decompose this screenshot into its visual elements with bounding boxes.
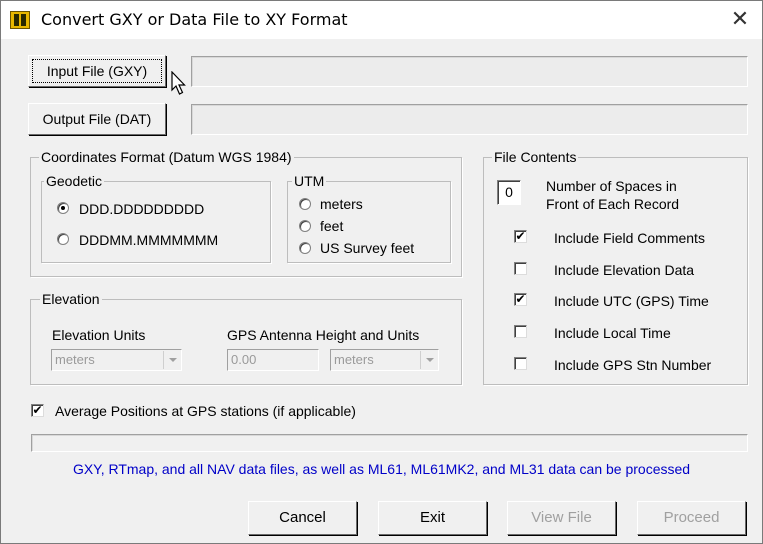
proceed-button-label: Proceed: [663, 509, 720, 526]
checkbox-average-positions-label[interactable]: Average Positions at GPS stations (if ap…: [55, 402, 356, 420]
elevation-units-select[interactable]: meters: [51, 349, 182, 371]
radio-utm-meters-label[interactable]: meters: [320, 195, 363, 213]
output-file-button-label: Output File (DAT): [42, 111, 152, 127]
radio-utm-us-survey-feet[interactable]: [299, 242, 311, 254]
checkbox-utc-time[interactable]: ✔: [514, 293, 527, 306]
antenna-height-input[interactable]: 0.00: [227, 349, 319, 371]
checkbox-local-time-label[interactable]: Include Local Time: [554, 324, 671, 342]
input-file-button-label: Input File (GXY): [46, 63, 148, 79]
file-contents-legend: File Contents: [492, 148, 579, 166]
cancel-button-label: Cancel: [279, 509, 326, 526]
radio-geodetic-decimal-label[interactable]: DDD.DDDDDDDDD: [79, 200, 204, 218]
checkbox-utc-time-label[interactable]: Include UTC (GPS) Time: [554, 292, 709, 310]
close-icon[interactable]: ✕: [726, 6, 754, 34]
checkbox-field-comments[interactable]: ✔: [514, 230, 527, 243]
radio-geodetic-dm[interactable]: [57, 233, 69, 245]
antenna-height-label: GPS Antenna Height and Units: [227, 327, 420, 343]
progress-bar: [31, 434, 748, 452]
output-file-button[interactable]: Output File (DAT): [28, 103, 166, 135]
radio-utm-us-survey-feet-label[interactable]: US Survey feet: [320, 239, 414, 257]
cancel-button[interactable]: Cancel: [248, 501, 357, 535]
view-file-button-label: View File: [531, 509, 592, 526]
utm-legend: UTM: [292, 172, 327, 190]
app-icon: [10, 11, 30, 29]
exit-button-label: Exit: [419, 509, 445, 526]
geodetic-group: Geodetic: [41, 172, 271, 263]
elevation-units-label: Elevation Units: [52, 327, 146, 343]
input-file-path[interactable]: [191, 56, 748, 87]
radio-geodetic-dm-label[interactable]: DDDMM.MMMMMMM: [79, 231, 218, 249]
title-bar[interactable]: Convert GXY or Data File to XY Format ✕: [1, 1, 762, 39]
chevron-down-icon[interactable]: [420, 351, 437, 369]
spaces-label-line2: Front of Each Record: [546, 196, 680, 212]
checkbox-average-positions[interactable]: ✔: [31, 404, 44, 417]
mouse-cursor-icon: [171, 71, 186, 95]
checkbox-elevation-data[interactable]: [514, 262, 527, 275]
radio-utm-feet[interactable]: [299, 220, 311, 232]
elevation-legend: Elevation: [40, 290, 102, 308]
exit-button[interactable]: Exit: [378, 501, 487, 535]
checkbox-gps-stn-number-label[interactable]: Include GPS Stn Number: [554, 356, 711, 374]
coordinates-format-legend: Coordinates Format (Datum WGS 1984): [39, 148, 294, 166]
antenna-units-value: meters: [334, 352, 374, 367]
input-file-button[interactable]: Input File (GXY): [28, 55, 166, 87]
dialog-window: Convert GXY or Data File to XY Format ✕ …: [0, 0, 763, 544]
radio-utm-feet-label[interactable]: feet: [320, 217, 343, 235]
radio-utm-meters[interactable]: [299, 198, 311, 210]
elevation-units-value: meters: [55, 352, 95, 367]
checkbox-field-comments-label[interactable]: Include Field Comments: [554, 229, 705, 247]
checkbox-gps-stn-number[interactable]: [514, 357, 527, 370]
supported-formats-info: GXY, RTmap, and all NAV data files, as w…: [72, 461, 691, 477]
spaces-label-line1: Number of Spaces in: [546, 178, 677, 194]
output-file-path[interactable]: [191, 104, 748, 135]
proceed-button[interactable]: Proceed: [637, 501, 746, 535]
view-file-button[interactable]: View File: [507, 501, 616, 535]
radio-geodetic-decimal[interactable]: [57, 202, 69, 214]
chevron-down-icon[interactable]: [163, 351, 180, 369]
checkbox-local-time[interactable]: [514, 325, 527, 338]
geodetic-legend: Geodetic: [44, 172, 105, 190]
spaces-count-input[interactable]: 0: [497, 180, 521, 205]
antenna-units-select[interactable]: meters: [330, 349, 439, 371]
window-title: Convert GXY or Data File to XY Format: [41, 10, 348, 29]
checkbox-elevation-data-label[interactable]: Include Elevation Data: [554, 261, 694, 279]
